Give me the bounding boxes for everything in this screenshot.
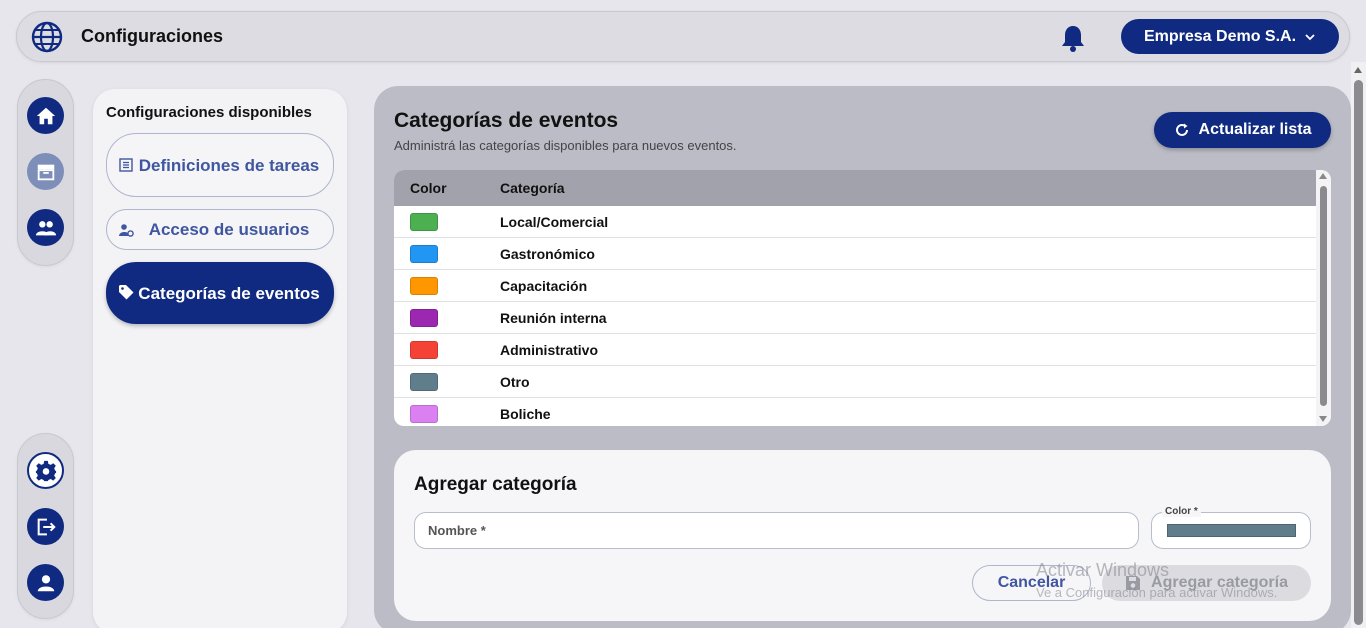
table-body: Local/Comercial Gastronómico Capacitación R… <box>394 206 1316 426</box>
sidebar-item-label: Acceso de usuarios <box>148 220 310 239</box>
page-scrollbar[interactable] <box>1351 62 1366 628</box>
activation-watermark-subtitle: Ve a Configuración para activar Windows. <box>1036 585 1278 600</box>
color-swatch <box>410 373 438 391</box>
color-swatch <box>410 309 438 327</box>
refresh-icon <box>1175 123 1188 136</box>
company-selector[interactable]: Empresa Demo S.A. <box>1121 19 1339 54</box>
refresh-list-button[interactable]: Actualizar lista <box>1154 112 1331 148</box>
nav-home-button[interactable] <box>27 97 64 134</box>
nav-rail-bottom <box>17 433 74 619</box>
table-row[interactable]: Administrativo <box>394 334 1316 366</box>
settings-sidebar: Configuraciones disponibles Definiciones… <box>93 89 347 628</box>
category-name: Administrativo <box>500 342 599 358</box>
scroll-up-icon[interactable] <box>1319 173 1327 179</box>
category-name: Local/Comercial <box>500 214 609 230</box>
tag-icon <box>119 285 134 300</box>
nav-settings-button[interactable] <box>27 452 64 489</box>
color-swatch <box>410 245 438 263</box>
category-name: Reunión interna <box>500 310 607 326</box>
table-row[interactable]: Capacitación <box>394 270 1316 302</box>
category-name: Otro <box>500 374 530 390</box>
category-name: Gastronómico <box>500 246 595 262</box>
sidebar-title: Configuraciones disponibles <box>106 104 312 121</box>
color-preview <box>1167 524 1296 537</box>
sidebar-item-event-categories[interactable]: Categorías de eventos <box>106 262 334 324</box>
color-picker[interactable]: Color * <box>1151 506 1311 549</box>
color-swatch <box>410 405 438 423</box>
page-scroll-up-icon[interactable] <box>1354 67 1362 73</box>
app-header: Configuraciones Empresa Demo S.A. <box>16 11 1350 62</box>
activation-watermark-title: Activar Windows <box>1036 560 1170 580</box>
archive-icon <box>37 164 54 180</box>
refresh-label: Actualizar lista <box>1198 121 1312 138</box>
home-icon <box>36 107 55 124</box>
color-picker-label: Color * <box>1162 506 1201 517</box>
table-row[interactable]: Gastronómico <box>394 238 1316 270</box>
sidebar-item-label: Categorías de eventos <box>138 283 320 303</box>
section-title: Categorías de eventos <box>394 109 619 132</box>
main-panel: Categorías de eventos Administrá las cat… <box>374 86 1351 628</box>
category-name: Capacitación <box>500 278 588 294</box>
nav-rail-top <box>17 79 74 266</box>
column-header-category: Categoría <box>500 180 565 196</box>
chevron-down-icon <box>1305 33 1315 40</box>
company-name: Empresa Demo S.A. <box>1143 27 1297 45</box>
section-subtitle: Administrá las categorías disponibles pa… <box>394 138 737 153</box>
logout-icon <box>37 518 56 535</box>
table-row[interactable]: Reunión interna <box>394 302 1316 334</box>
categories-table: Color Categoría Local/Comercial Gastronóm… <box>394 170 1331 426</box>
column-header-color: Color <box>410 180 447 196</box>
sidebar-item-user-access[interactable]: Acceso de usuarios <box>106 209 334 250</box>
nav-account-button[interactable] <box>27 564 64 601</box>
page-scroll-thumb[interactable] <box>1354 80 1363 625</box>
scroll-down-icon[interactable] <box>1319 416 1327 422</box>
user-gear-icon <box>119 223 134 237</box>
table-row[interactable]: Otro <box>394 366 1316 398</box>
bell-icon[interactable] <box>1060 24 1086 52</box>
table-row[interactable]: Boliche <box>394 398 1316 426</box>
name-input-label: Nombre * <box>428 523 486 538</box>
list-icon <box>119 158 133 172</box>
name-input[interactable]: Nombre * <box>414 512 1139 549</box>
globe-icon[interactable] <box>31 21 63 53</box>
page-title: Configuraciones <box>81 26 224 46</box>
gear-icon <box>35 460 56 481</box>
users-icon <box>35 220 56 235</box>
table-header: Color Categoría <box>394 170 1316 206</box>
sidebar-item-label: Definiciones de tareas <box>138 155 320 175</box>
table-scrollbar[interactable] <box>1316 170 1331 426</box>
account-icon <box>37 574 54 591</box>
form-title: Agregar categoría <box>414 474 577 495</box>
sidebar-item-task-definitions[interactable]: Definiciones de tareas <box>106 133 334 197</box>
nav-logout-button[interactable] <box>27 508 64 545</box>
color-swatch <box>410 277 438 295</box>
nav-archive-button[interactable] <box>27 153 64 190</box>
color-swatch <box>410 341 438 359</box>
color-swatch <box>410 213 438 231</box>
category-name: Boliche <box>500 406 551 422</box>
scroll-thumb[interactable] <box>1320 186 1327 406</box>
nav-users-button[interactable] <box>27 209 64 246</box>
table-row[interactable]: Local/Comercial <box>394 206 1316 238</box>
